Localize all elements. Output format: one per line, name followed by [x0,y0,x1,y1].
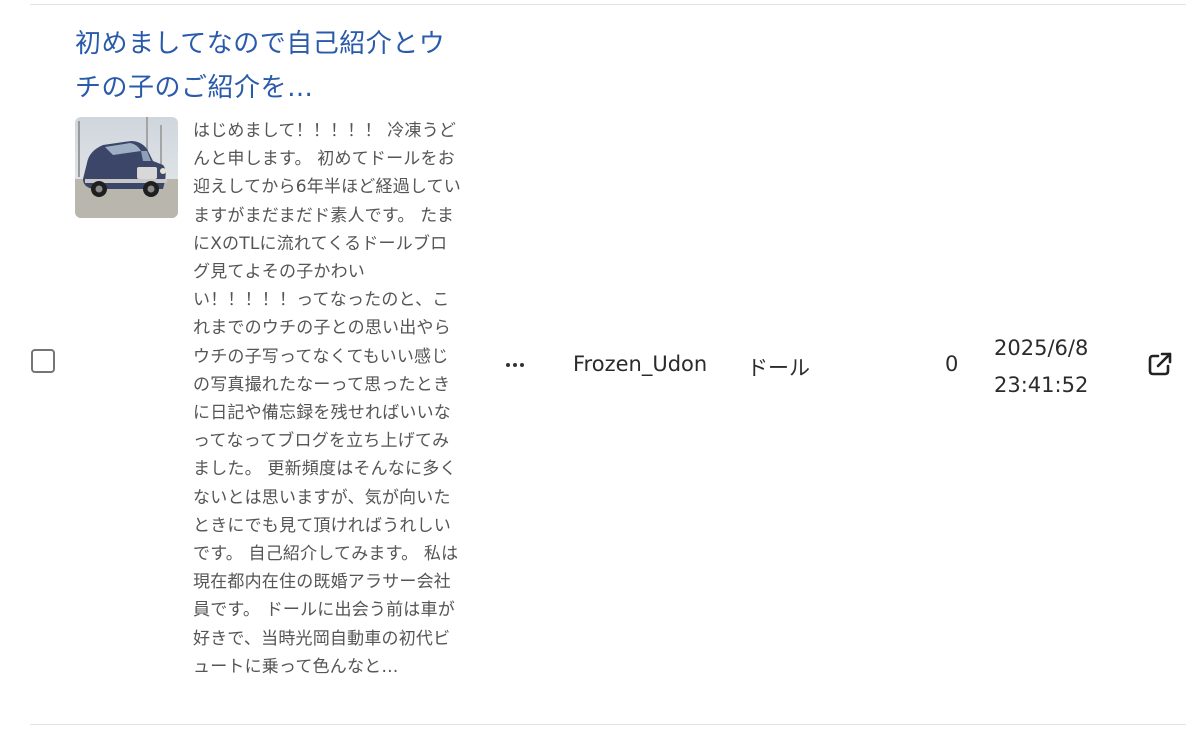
post-excerpt: はじめまして！！！！！ 冷凍うどんと申します。 初めてドールをお迎えしてから6年… [193,121,461,677]
author-name[interactable]: Frozen_Udon [573,352,707,376]
post-thumbnail[interactable] [75,117,178,218]
row-top-divider [30,4,1186,5]
comment-count: 0 [945,352,959,376]
post-time: 23:41:52 [994,373,1089,397]
more-horizontal-icon [506,363,510,367]
row-select-checkbox[interactable] [31,349,55,373]
post-title-link[interactable]: 初めましてなので自己紹介とウチの子のご紹介を… [75,22,465,110]
category-label: ドール [747,356,810,380]
external-link-icon[interactable] [1147,351,1173,377]
more-options-button[interactable] [500,350,530,380]
post-datetime: 2025/6/8 23:41:52 [994,330,1088,404]
row-bottom-divider [30,724,1186,725]
post-date: 2025/6/8 [994,336,1089,360]
